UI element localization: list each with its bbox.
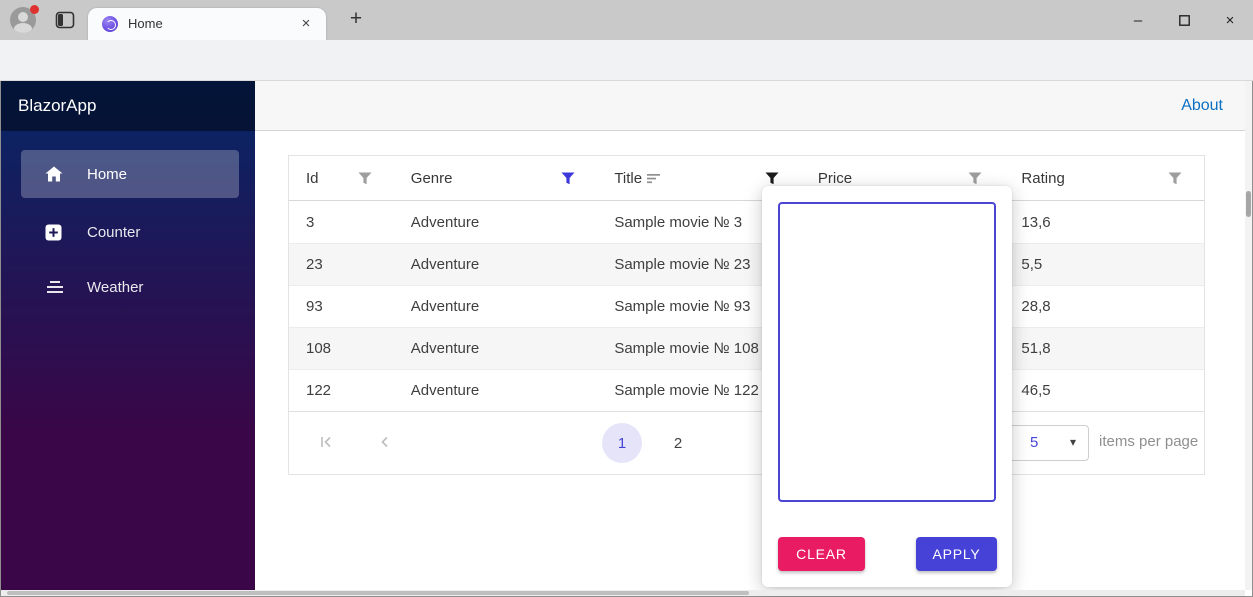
cell-rating: 5,5 bbox=[1004, 256, 1204, 273]
sidebar-item-label: Home bbox=[87, 166, 127, 183]
table-row[interactable]: 122AdventureSample movie № 12246,5 bbox=[289, 369, 1204, 411]
cell-genre: Adventure bbox=[394, 256, 598, 273]
window-minimize-button[interactable]: – bbox=[1115, 0, 1161, 40]
filter-popup-actions: CLEAR APPLY bbox=[778, 537, 997, 571]
column-header-label: Price bbox=[818, 170, 852, 187]
cell-id: 108 bbox=[289, 340, 394, 357]
grid-body: 3AdventureSample movie № 313,623Adventur… bbox=[289, 201, 1204, 411]
blazor-favicon-icon bbox=[102, 16, 118, 32]
column-header-label: Rating bbox=[1021, 170, 1064, 187]
filter-popup: CLEAR APPLY bbox=[762, 186, 1012, 587]
horizontal-scrollbar[interactable] bbox=[1, 590, 1245, 596]
window-close-button[interactable]: × bbox=[1207, 0, 1253, 40]
table-row[interactable]: 23AdventureSample movie № 235,5 bbox=[289, 243, 1204, 285]
cell-genre: Adventure bbox=[394, 340, 598, 357]
vertical-scrollbar[interactable] bbox=[1245, 81, 1252, 590]
filter-options-listbox[interactable] bbox=[778, 202, 996, 502]
cell-id: 23 bbox=[289, 256, 394, 273]
browser-window: Home × + – × ← https://localhost:7176 aA… bbox=[0, 0, 1253, 597]
horizontal-scrollbar-thumb[interactable] bbox=[7, 591, 749, 595]
tab-close-icon[interactable]: × bbox=[296, 14, 316, 34]
main-area: About IdGenreTitlePriceRating 3Adventure… bbox=[255, 81, 1252, 590]
avatar-head bbox=[18, 12, 28, 22]
browser-tab-home[interactable]: Home × bbox=[88, 8, 326, 40]
cell-id: 3 bbox=[289, 214, 394, 231]
sidebar-item-label: Counter bbox=[87, 224, 140, 241]
cell-genre: Adventure bbox=[394, 298, 598, 315]
tab-actions-icon[interactable] bbox=[55, 10, 75, 30]
column-header-label: Title bbox=[614, 170, 642, 187]
column-header-genre[interactable]: Genre bbox=[394, 156, 598, 200]
plus-square-icon bbox=[45, 224, 71, 241]
filter-icon-price[interactable] bbox=[968, 172, 982, 185]
cell-rating: 13,6 bbox=[1004, 214, 1204, 231]
cell-rating: 51,8 bbox=[1004, 340, 1204, 357]
filter-clear-button[interactable]: CLEAR bbox=[778, 537, 865, 571]
page-size-value: 5 bbox=[1030, 434, 1038, 451]
cell-rating: 28,8 bbox=[1004, 298, 1204, 315]
chevron-down-icon: ▾ bbox=[1070, 435, 1076, 449]
filter-icon-rating[interactable] bbox=[1168, 172, 1182, 185]
column-header-label: Genre bbox=[411, 170, 453, 187]
cell-genre: Adventure bbox=[394, 382, 598, 399]
profile-notification-dot bbox=[30, 5, 39, 14]
browser-toolbar: ← https://localhost:7176 aA A⟩ ☆ ··· bbox=[0, 40, 1253, 81]
grid-pager: 12 5 ▾ items per page bbox=[289, 411, 1204, 474]
previous-page-button[interactable] bbox=[377, 434, 393, 450]
top-row: About bbox=[255, 81, 1252, 131]
items-per-page-label: items per page bbox=[1099, 433, 1198, 450]
filter-icon-title[interactable] bbox=[765, 172, 779, 185]
sidebar-item-label: Weather bbox=[87, 279, 143, 296]
sidebar: BlazorApp Home Counter Weather bbox=[1, 81, 255, 590]
page-button-2[interactable]: 2 bbox=[658, 423, 698, 463]
sidebar-item-counter[interactable]: Counter bbox=[21, 208, 239, 256]
page-body: BlazorApp Home Counter Weather About Id Gen… bbox=[1, 81, 1252, 590]
list-nested-icon bbox=[45, 280, 71, 294]
table-row[interactable]: 93AdventureSample movie № 9328,8 bbox=[289, 285, 1204, 327]
table-row[interactable]: 3AdventureSample movie № 313,6 bbox=[289, 201, 1204, 243]
first-page-button[interactable] bbox=[319, 434, 335, 450]
column-header-rating[interactable]: Rating bbox=[1004, 156, 1204, 200]
window-maximize-button[interactable] bbox=[1161, 0, 1207, 40]
cell-rating: 46,5 bbox=[1004, 382, 1204, 399]
cell-id: 93 bbox=[289, 298, 394, 315]
page-button-1[interactable]: 1 bbox=[602, 423, 642, 463]
tab-title: Home bbox=[128, 16, 163, 31]
filter-icon-id[interactable] bbox=[358, 172, 372, 185]
cell-genre: Adventure bbox=[394, 214, 598, 231]
grid-header: Id Genre Title Price Rating bbox=[289, 156, 1204, 201]
sidebar-item-home[interactable]: Home bbox=[21, 150, 239, 198]
new-tab-button[interactable]: + bbox=[342, 6, 370, 34]
browser-titlebar: Home × + – × bbox=[0, 0, 1253, 40]
table-row[interactable]: 108AdventureSample movie № 10851,8 bbox=[289, 327, 1204, 369]
column-header-id[interactable]: Id bbox=[289, 156, 394, 200]
column-header-label: Id bbox=[306, 170, 319, 187]
data-grid: IdGenreTitlePriceRating 3AdventureSample… bbox=[288, 155, 1205, 475]
house-icon bbox=[45, 166, 71, 182]
cell-id: 122 bbox=[289, 382, 394, 399]
filter-apply-button[interactable]: APPLY bbox=[916, 537, 997, 571]
avatar-body bbox=[14, 23, 32, 33]
page-size-select[interactable]: 5 ▾ bbox=[1003, 425, 1089, 461]
app-brand[interactable]: BlazorApp bbox=[18, 96, 96, 116]
sidebar-item-weather[interactable]: Weather bbox=[21, 263, 239, 311]
brand-row: BlazorApp bbox=[1, 81, 255, 131]
vertical-scrollbar-thumb[interactable] bbox=[1246, 191, 1251, 217]
sort-icon bbox=[647, 173, 662, 184]
filter-icon-genre[interactable] bbox=[561, 172, 575, 185]
about-link[interactable]: About bbox=[1181, 97, 1223, 115]
